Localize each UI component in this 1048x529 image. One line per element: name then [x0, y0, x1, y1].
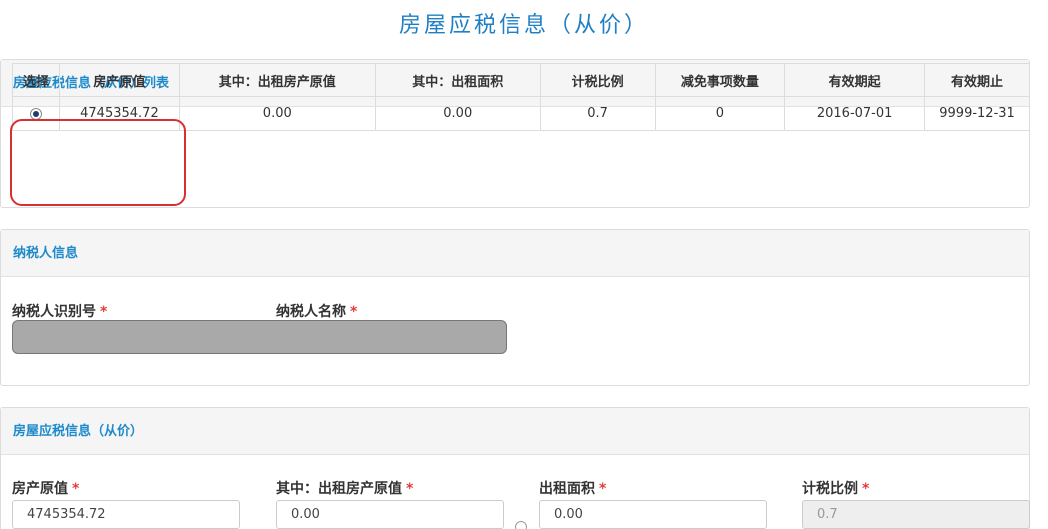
column-header: 选择 [11, 63, 61, 97]
required-mark: * [72, 481, 80, 497]
required-mark: * [350, 304, 358, 320]
tax-ratio-input: 0.7 [802, 500, 1030, 529]
column-header: 房产原值 [59, 63, 180, 97]
tax-ratio-label-text: 计税比例 [802, 481, 858, 497]
taxpayer-name-label-text: 纳税人名称 [276, 304, 346, 320]
taxpayer-panel: 纳税人信息 [0, 229, 1030, 386]
tax-ratio-cell: 0.7 [539, 96, 656, 131]
original-value-input[interactable]: 4745354.72 [12, 500, 240, 529]
rental-original-value-input[interactable]: 0.00 [276, 500, 504, 529]
valid-from-cell: 2016-07-01 [784, 96, 926, 131]
taxpayer-id-label: 纳税人识别号 * [12, 301, 107, 321]
required-mark: * [599, 481, 607, 497]
table-row[interactable]: 4745354.72 0.00 0.00 0.7 0 2016-07-01 99… [11, 96, 1030, 131]
option-radio[interactable] [515, 521, 527, 529]
taxpayer-id-label-text: 纳税人识别号 [12, 304, 96, 320]
column-header: 减免事项数量 [654, 63, 786, 97]
rental-area-input[interactable]: 0.00 [539, 500, 767, 529]
rental-area-label: 出租面积 * [539, 478, 606, 498]
original-value-label: 房产原值 * [12, 478, 79, 498]
required-mark: * [100, 304, 108, 320]
original-value-label-text: 房产原值 [12, 481, 68, 497]
required-mark: * [862, 481, 870, 497]
rental-original-value-label: 其中：出租房产原值 * [276, 478, 413, 498]
tax-info-form-heading: 房屋应税信息（从价） [1, 408, 1029, 455]
column-header: 有效期止 [924, 63, 1030, 97]
column-header: 有效期起 [784, 63, 926, 97]
rental-area-cell: 0.00 [374, 96, 541, 131]
table-header-row: 选择 房产原值 其中：出租房产原值 其中：出租面积 计税比例 减免事项数量 有效… [11, 63, 1030, 97]
valid-to-cell: 9999-12-31 [924, 96, 1030, 131]
original-value-cell: 4745354.72 [59, 96, 180, 131]
page-title: 房屋应税信息（从价） [398, 13, 649, 38]
redacted-taxpayer-fields [12, 320, 507, 354]
taxpayer-name-label: 纳税人名称 * [276, 301, 357, 321]
required-mark: * [406, 481, 414, 497]
tax-info-table: 选择 房产原值 其中：出租房产原值 其中：出租面积 计税比例 减免事项数量 有效… [11, 63, 1030, 131]
select-cell[interactable] [11, 96, 61, 131]
column-header: 计税比例 [539, 63, 656, 97]
column-header: 其中：出租面积 [374, 63, 541, 97]
taxpayer-heading: 纳税人信息 [1, 230, 1029, 277]
rental-original-value-cell: 0.00 [178, 96, 376, 131]
row-select-radio[interactable] [30, 107, 43, 120]
relief-count-cell: 0 [654, 96, 786, 131]
rental-original-value-label-text: 其中：出租房产原值 [276, 481, 402, 497]
rental-area-label-text: 出租面积 [539, 481, 595, 497]
column-header: 其中：出租房产原值 [178, 63, 376, 97]
tax-ratio-label: 计税比例 * [802, 478, 869, 498]
